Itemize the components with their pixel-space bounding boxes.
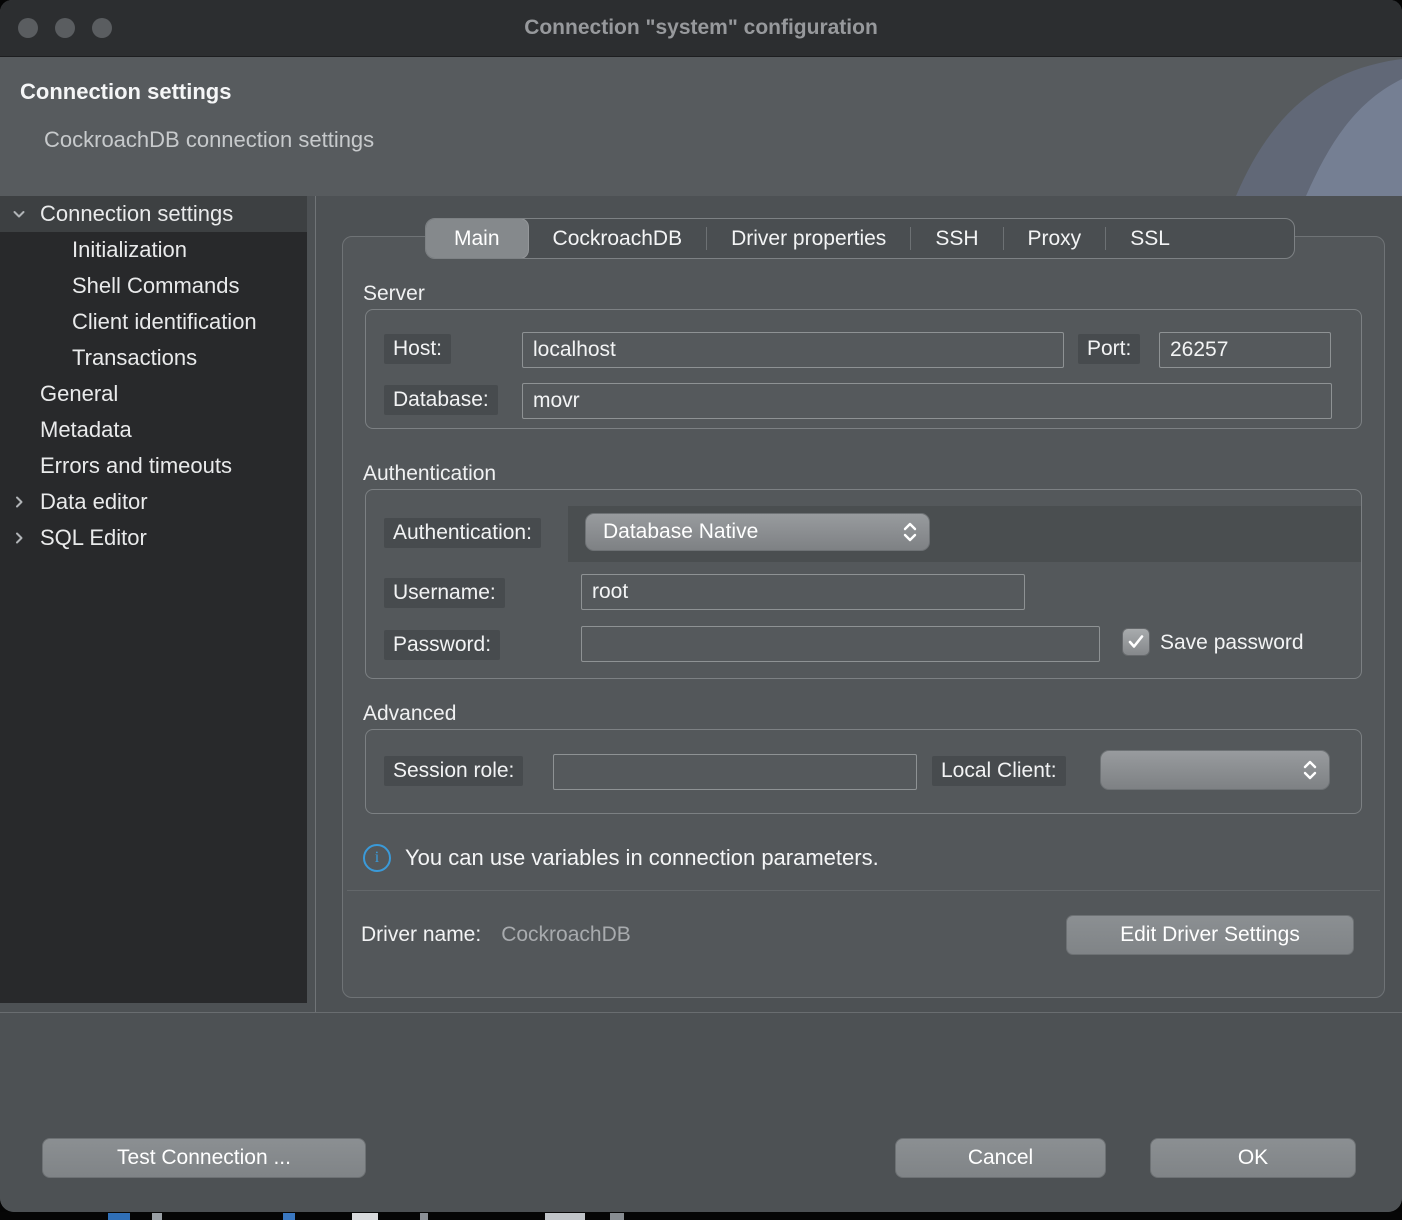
tab-main[interactable]: Main <box>425 218 529 259</box>
select-chevrons-icon <box>1303 759 1317 781</box>
background-fragment <box>108 1213 130 1220</box>
session-role-label: Session role: <box>384 756 523 786</box>
dialog-header: Connection settings CockroachDB connecti… <box>0 57 1402 196</box>
tree-item-sql-editor[interactable]: SQL Editor <box>0 520 307 556</box>
tab-ssh[interactable]: SSH <box>911 219 1002 258</box>
cancel-button[interactable]: Cancel <box>895 1138 1106 1178</box>
server-group-label: Server <box>363 281 1384 307</box>
authentication-select[interactable]: Database Native <box>585 513 930 551</box>
session-role-input[interactable] <box>553 754 917 790</box>
checkmark-icon <box>1128 635 1144 649</box>
tree-item-transactions[interactable]: Transactions <box>0 340 307 376</box>
main-tab-panel: Server Host: Port: Database: Authenticat… <box>342 236 1385 998</box>
username-input[interactable] <box>581 574 1025 610</box>
background-fragment <box>152 1213 162 1220</box>
test-connection-button[interactable]: Test Connection ... <box>42 1138 366 1178</box>
driver-name-label: Driver name: <box>361 923 481 947</box>
save-password-checkbox[interactable] <box>1122 628 1150 656</box>
database-label: Database: <box>384 385 498 415</box>
zoom-button[interactable] <box>92 18 112 38</box>
driver-row: Driver name: CockroachDB Edit Driver Set… <box>361 915 1354 955</box>
database-input[interactable] <box>522 383 1332 419</box>
save-password-label: Save password <box>1160 631 1304 655</box>
chevron-right-icon[interactable] <box>8 527 30 549</box>
tree-item-data-editor[interactable]: Data editor <box>0 484 307 520</box>
authentication-group: Authentication: Database Native Username… <box>365 489 1362 679</box>
window-title: Connection "system" configuration <box>524 16 878 40</box>
host-input[interactable] <box>522 332 1064 368</box>
sidebar-gap <box>307 196 315 1012</box>
background-fragment <box>545 1213 585 1220</box>
authentication-group-label: Authentication <box>363 461 1384 487</box>
panel-divider <box>347 890 1380 891</box>
username-label: Username: <box>384 578 505 608</box>
background-fragment <box>610 1213 624 1220</box>
tab-ssl[interactable]: SSL <box>1106 219 1194 258</box>
ok-button[interactable]: OK <box>1150 1138 1356 1178</box>
settings-tree: Connection settings Initialization Shell… <box>0 196 307 1003</box>
main-content: Main CockroachDB Driver properties SSH P… <box>316 196 1402 1012</box>
password-label: Password: <box>384 630 500 660</box>
authentication-label: Authentication: <box>384 518 541 548</box>
info-row: i You can use variables in connection pa… <box>363 844 1384 872</box>
minimize-button[interactable] <box>55 18 75 38</box>
port-input[interactable] <box>1159 332 1331 368</box>
background-fragment <box>283 1213 295 1220</box>
info-icon: i <box>363 844 391 872</box>
tree-item-general[interactable]: General <box>0 376 307 412</box>
authentication-select-value: Database Native <box>603 520 758 544</box>
title-bar: Connection "system" configuration <box>0 0 1402 57</box>
close-button[interactable] <box>18 18 38 38</box>
connection-configuration-dialog: Connection "system" configuration Connec… <box>0 0 1402 1212</box>
tab-cockroachdb[interactable]: CockroachDB <box>529 219 707 258</box>
tree-item-errors-and-timeouts[interactable]: Errors and timeouts <box>0 448 307 484</box>
chevron-right-icon[interactable] <box>8 491 30 513</box>
tree-item-initialization[interactable]: Initialization <box>0 232 307 268</box>
tab-bar: Main CockroachDB Driver properties SSH P… <box>425 218 1295 259</box>
tab-proxy[interactable]: Proxy <box>1004 219 1106 258</box>
background-fragment <box>352 1213 378 1220</box>
local-client-label: Local Client: <box>932 756 1066 786</box>
background-strip <box>0 1212 1402 1220</box>
window-controls <box>18 0 112 56</box>
local-client-select[interactable] <box>1100 750 1330 790</box>
host-label: Host: <box>384 334 451 364</box>
page-title: Connection settings <box>20 79 231 105</box>
advanced-group: Session role: Local Client: <box>365 729 1362 814</box>
driver-name-value: CockroachDB <box>501 923 631 947</box>
advanced-group-label: Advanced <box>363 701 1384 727</box>
page-subtitle: CockroachDB connection settings <box>44 127 374 153</box>
info-message: You can use variables in connection para… <box>405 845 879 871</box>
select-chevrons-icon <box>903 521 917 543</box>
header-decor-graphic <box>1230 57 1402 196</box>
chevron-down-icon[interactable] <box>8 203 30 225</box>
dialog-footer: Test Connection ... Cancel OK <box>0 1013 1402 1212</box>
tree-item-connection-settings[interactable]: Connection settings <box>0 196 307 232</box>
port-label: Port: <box>1078 334 1140 364</box>
password-input[interactable] <box>581 626 1100 662</box>
tree-item-metadata[interactable]: Metadata <box>0 412 307 448</box>
server-group: Host: Port: Database: <box>365 309 1362 429</box>
tree-item-client-identification[interactable]: Client identification <box>0 304 307 340</box>
tree-item-shell-commands[interactable]: Shell Commands <box>0 268 307 304</box>
background-fragment <box>420 1213 428 1220</box>
tab-driver-properties[interactable]: Driver properties <box>707 219 910 258</box>
edit-driver-settings-button[interactable]: Edit Driver Settings <box>1066 915 1354 955</box>
